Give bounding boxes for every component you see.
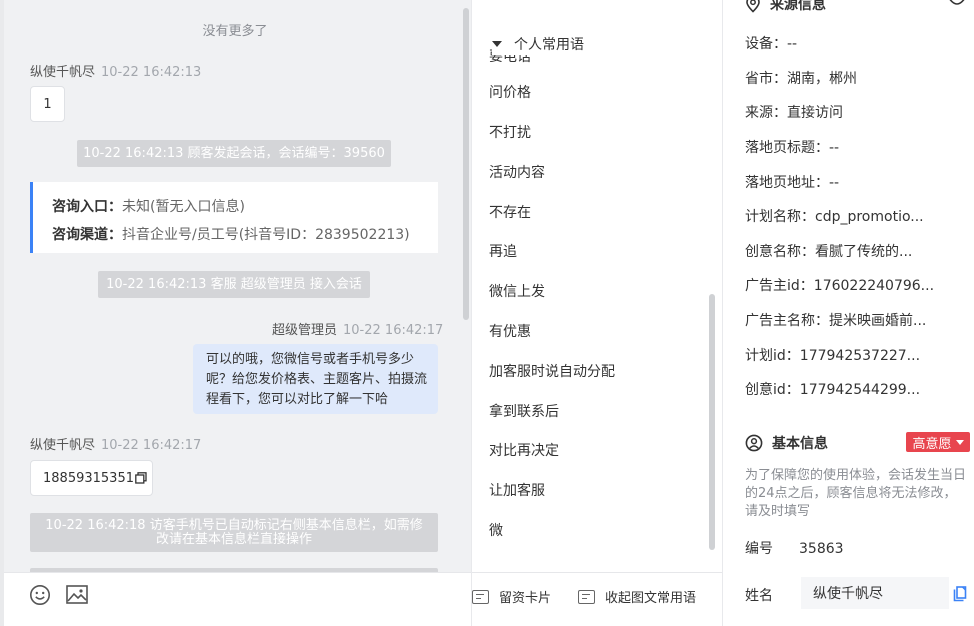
source-field-advertiser-id: 广告主id：176022240796... bbox=[745, 278, 935, 294]
source-field-plan-name: 计划名称：cdp_promotio... bbox=[745, 209, 924, 225]
smile-icon[interactable] bbox=[28, 583, 52, 607]
copy-icon[interactable] bbox=[953, 586, 967, 602]
customer-id-value: 35863 bbox=[799, 541, 844, 557]
system-note-text: 10-22 16:42:18 访客手机号已自动标记右侧基本信息栏，如需修改请在基… bbox=[45, 517, 423, 547]
sender-name: 纵使千帆尽 bbox=[30, 438, 96, 453]
entry-label: 咨询入口： bbox=[52, 199, 122, 215]
visitor-message-bubble: 1 bbox=[30, 86, 65, 122]
user-icon bbox=[745, 434, 763, 452]
copy-icon[interactable] bbox=[135, 472, 147, 484]
message-time: 10-22 16:42:17 bbox=[343, 323, 444, 338]
system-note: 10-22 16:42:18 访客手机号已自动标记右侧基本信息栏，如需修改请在基… bbox=[30, 513, 438, 552]
caret-down-icon bbox=[955, 439, 964, 445]
channel-label: 咨询渠道： bbox=[52, 227, 122, 243]
source-field-advertiser-name: 广告主名称：提米映画婚前... bbox=[745, 313, 927, 329]
entry-row: 咨询入口：未知(暂无入口信息) bbox=[52, 193, 438, 221]
source-field-origin: 来源：直接访问 bbox=[745, 105, 843, 121]
message-text: 1 bbox=[43, 96, 52, 112]
consult-entry-card: 咨询入口：未知(暂无入口信息) 咨询渠道：抖音企业号/员工号(抖音号ID：283… bbox=[30, 182, 438, 253]
phrase-item[interactable]: 微信上发 bbox=[489, 281, 545, 301]
channel-row: 咨询渠道：抖音企业号/员工号(抖音号ID：2839502213) bbox=[52, 221, 438, 249]
edit-icon[interactable] bbox=[947, 0, 967, 10]
message-text: 可以的哦，您微信号或者手机号多少呢？给您发价格表、主题客片、拍摄流程看下，您可以… bbox=[206, 352, 428, 407]
system-note-text: 10-22 16:42:13 客服 超级管理员 接入会话 bbox=[106, 276, 362, 292]
message-time: 10-22 16:42:13 bbox=[101, 65, 202, 80]
customer-name-input[interactable] bbox=[801, 577, 949, 609]
source-field-landing-url: 落地页地址：-- bbox=[745, 175, 840, 191]
source-field-creative-name: 创意名称：看腻了传统的... bbox=[745, 244, 913, 260]
agent-message-bubble: 可以的哦，您微信号或者手机号多少呢？给您发价格表、主题客片、拍摄流程看下，您可以… bbox=[193, 344, 438, 414]
message-time: 10-22 16:42:17 bbox=[101, 438, 202, 453]
message-meta: 超级管理员 10-22 16:42:17 bbox=[272, 319, 443, 338]
source-info-header: 来源信息 bbox=[745, 0, 826, 14]
source-field-region: 省市：湖南，郴州 bbox=[745, 71, 857, 87]
phrase-item[interactable]: 再追 bbox=[489, 241, 517, 261]
customer-name-label: 姓名 bbox=[745, 588, 773, 604]
system-note: 10-22 16:42:13 客服 超级管理员 接入会话 bbox=[98, 271, 370, 298]
source-field-creative-id: 创意id：177942544299... bbox=[745, 382, 921, 398]
visitor-message-bubble: 18859315351 bbox=[30, 460, 153, 496]
basic-info-header: 基本信息 bbox=[745, 433, 828, 453]
image-icon[interactable] bbox=[65, 583, 89, 607]
phrase-group-toggle[interactable]: 个人常用语 bbox=[492, 33, 702, 55]
phrase-item[interactable]: 问价格 bbox=[489, 82, 531, 102]
phrase-item[interactable]: 拿到联系后 bbox=[489, 401, 559, 421]
sender-name: 超级管理员 bbox=[272, 323, 338, 338]
basic-info-title: 基本信息 bbox=[772, 436, 828, 452]
source-field-landing-title: 落地页标题：-- bbox=[745, 140, 840, 156]
phrase-item[interactable]: 对比再决定 bbox=[489, 440, 559, 460]
collapse-phrases-button[interactable]: 收起图文常用语 bbox=[578, 587, 696, 606]
customer-id-row: 编号 35863 bbox=[745, 538, 844, 558]
phrase-item[interactable]: 有优惠 bbox=[489, 321, 531, 341]
chat-message-list[interactable]: 没有更多了 纵使千帆尽 10-22 16:42:13 1 10-22 16:42:… bbox=[4, 0, 462, 572]
chat-scrollbar[interactable] bbox=[463, 8, 469, 320]
phrases-panel: 要电话 个人常用语 问价格 不打扰 活动内容 不存在 再追 微信上发 有优惠 加… bbox=[471, 0, 723, 626]
system-note-text: 10-22 16:42:13 顾客发起会话，会话编号：39560 bbox=[83, 145, 385, 161]
intent-level-dropdown[interactable]: 高意愿 bbox=[906, 432, 970, 452]
caret-down-icon bbox=[492, 41, 502, 47]
entry-value: 未知(暂无入口信息) bbox=[122, 199, 245, 215]
chat-panel: 没有更多了 纵使千帆尽 10-22 16:42:13 1 10-22 16:42:… bbox=[0, 0, 471, 626]
sender-name: 纵使千帆尽 bbox=[30, 65, 96, 80]
no-more-label: 没有更多了 bbox=[202, 24, 268, 39]
lead-card-label: 留资卡片 bbox=[499, 591, 552, 606]
phrases-footer: 留资卡片 收起图文常用语 bbox=[472, 572, 723, 626]
customer-info-panel: 来源信息 设备：-- 省市：湖南，郴州 来源：直接访问 落地页标题：-- 落地页… bbox=[722, 0, 974, 626]
source-info-title: 来源信息 bbox=[770, 0, 826, 13]
phrase-item[interactable]: 活动内容 bbox=[489, 162, 545, 182]
message-meta: 纵使千帆尽 10-22 16:42:13 bbox=[30, 61, 201, 80]
message-meta: 纵使千帆尽 10-22 16:42:17 bbox=[30, 434, 201, 453]
phrase-item[interactable]: 不存在 bbox=[489, 202, 531, 222]
source-field-device: 设备：-- bbox=[745, 36, 798, 52]
channel-value: 抖音企业号/员工号(抖音号ID：2839502213) bbox=[122, 227, 410, 243]
system-note: 10-22 16:42:13 顾客发起会话，会话编号：39560 bbox=[77, 140, 391, 167]
phrase-group-title: 个人常用语 bbox=[514, 37, 584, 53]
phrase-item[interactable]: 让加客服 bbox=[489, 480, 545, 500]
edit-notice: 为了保障您的使用体验，会话发生当日的24点之后，顾客信息将无法修改，请及时填写 bbox=[745, 468, 967, 519]
intent-level-label: 高意愿 bbox=[912, 436, 952, 452]
source-field-plan-id: 计划id：177942537227... bbox=[745, 348, 921, 364]
lead-card-button[interactable]: 留资卡片 bbox=[472, 587, 551, 606]
card-icon bbox=[472, 589, 489, 604]
chat-toolbar bbox=[4, 572, 471, 626]
phrases-scrollbar[interactable] bbox=[709, 294, 715, 550]
message-icon bbox=[578, 589, 595, 604]
phrase-item[interactable]: 不打扰 bbox=[489, 122, 531, 142]
customer-id-label: 编号 bbox=[745, 541, 773, 557]
phrase-item[interactable]: 加客服时说自动分配 bbox=[489, 361, 615, 381]
phrase-item[interactable]: 微 bbox=[489, 520, 503, 540]
collapse-phrases-label: 收起图文常用语 bbox=[605, 591, 697, 606]
message-text: 18859315351 bbox=[43, 470, 134, 486]
location-icon bbox=[746, 0, 760, 13]
